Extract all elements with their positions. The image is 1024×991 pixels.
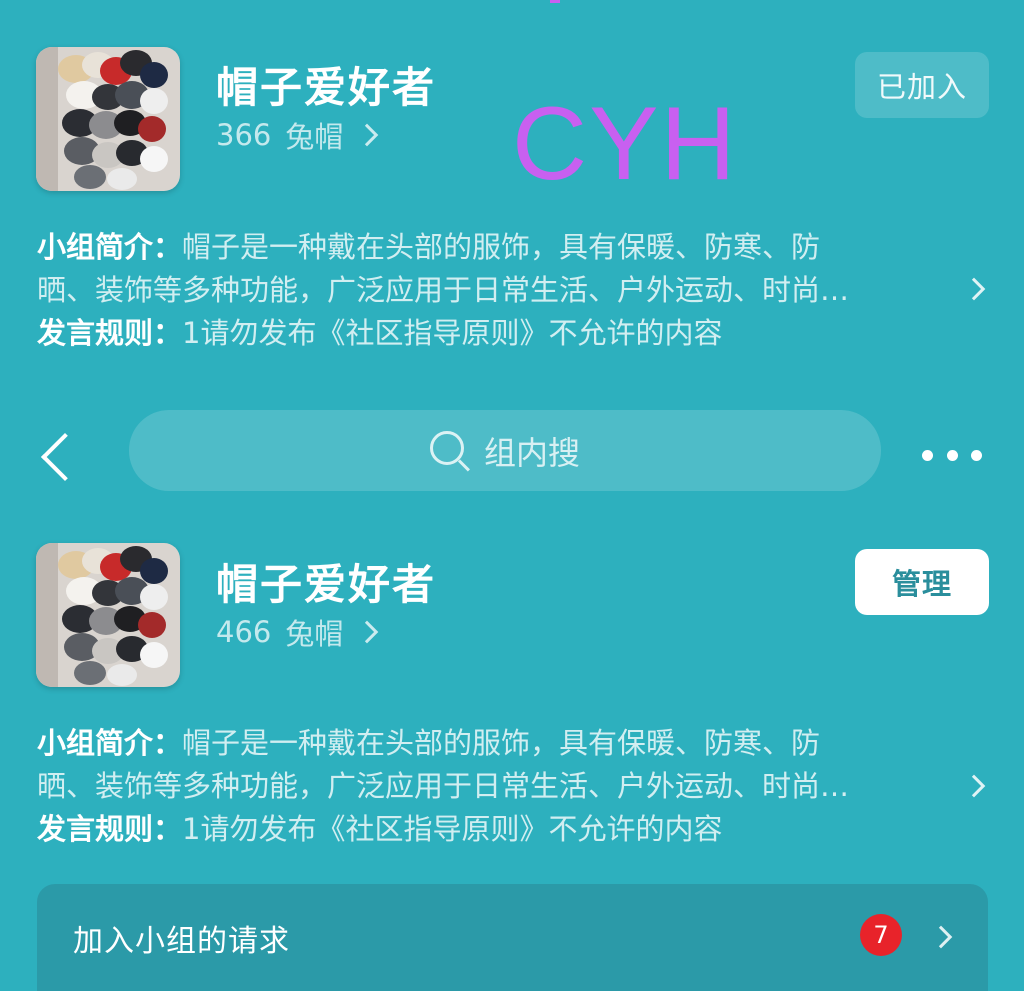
search-placeholder: 组内搜 — [483, 433, 580, 472]
group-search-bar[interactable]: 组内搜 — [129, 410, 881, 491]
intro-label: 小组简介： — [37, 726, 183, 760]
search-icon — [429, 430, 470, 471]
group-avatar-bottom[interactable] — [36, 543, 180, 687]
rules-text: 1请勿发布《社区指导原则》不允许的内容 — [182, 812, 723, 846]
group-intro-top[interactable]: 小组简介：帽子是一种戴在头部的服饰，具有保暖、防寒、防 晒、装饰等多种功能，广泛… — [37, 226, 937, 355]
intro-text-line2: 晒、装饰等多种功能，广泛应用于日常生活、户外运动、时尚… — [37, 273, 850, 307]
intro-line-1: 小组简介：帽子是一种戴在头部的服饰，具有保暖、防寒、防 — [37, 226, 937, 269]
intro-text-line1: 帽子是一种戴在头部的服饰，具有保暖、防寒、防 — [182, 726, 821, 760]
rules-label: 发言规则： — [37, 316, 183, 350]
notification-badge: 7 — [860, 914, 902, 956]
group-avatar-top[interactable] — [36, 47, 180, 191]
manage-button[interactable]: 管理 — [855, 549, 989, 615]
member-count-number: 366 — [216, 118, 272, 152]
hats-photo-icon — [36, 47, 180, 191]
intro-label: 小组简介： — [37, 230, 183, 264]
rules-line: 发言规则：1请勿发布《社区指导原则》不允许的内容 — [37, 808, 937, 851]
member-count-unit: 兔帽 — [285, 120, 344, 154]
group-name-bottom: 帽子爱好者 — [216, 560, 437, 609]
top-edge-mark — [550, 0, 560, 3]
chevron-right-icon — [356, 620, 379, 644]
hats-photo-icon — [36, 543, 180, 687]
chevron-right-icon — [929, 925, 953, 949]
member-count-bottom[interactable]: 466 兔帽 — [216, 611, 379, 653]
join-requests-label: 加入小组的请求 — [73, 924, 290, 959]
watermark-text: CYH — [512, 86, 738, 202]
rules-line: 发言规则：1请勿发布《社区指导原则》不允许的内容 — [37, 312, 937, 355]
back-chevron-icon[interactable] — [30, 428, 80, 484]
member-count-top[interactable]: 366 兔帽 — [216, 114, 379, 156]
more-dots-icon[interactable] — [922, 438, 982, 472]
intro-text-line2: 晒、装饰等多种功能，广泛应用于日常生活、户外运动、时尚… — [37, 769, 850, 803]
intro-text-line1: 帽子是一种戴在头部的服饰，具有保暖、防寒、防 — [182, 230, 821, 264]
join-requests-row[interactable]: 加入小组的请求 7 — [37, 884, 988, 991]
member-count-number: 466 — [216, 615, 272, 649]
group-name-top: 帽子爱好者 — [216, 63, 437, 112]
chevron-right-icon[interactable] — [962, 774, 986, 798]
chevron-right-icon[interactable] — [962, 277, 986, 301]
rules-label: 发言规则： — [37, 812, 183, 846]
joined-button[interactable]: 已加入 — [855, 52, 989, 118]
chevron-right-icon — [356, 123, 379, 147]
member-count-unit: 兔帽 — [285, 617, 344, 651]
group-intro-bottom[interactable]: 小组简介：帽子是一种戴在头部的服饰，具有保暖、防寒、防 晒、装饰等多种功能，广泛… — [37, 722, 937, 851]
rules-text: 1请勿发布《社区指导原则》不允许的内容 — [182, 316, 723, 350]
intro-line-1: 小组简介：帽子是一种戴在头部的服饰，具有保暖、防寒、防 — [37, 722, 937, 765]
